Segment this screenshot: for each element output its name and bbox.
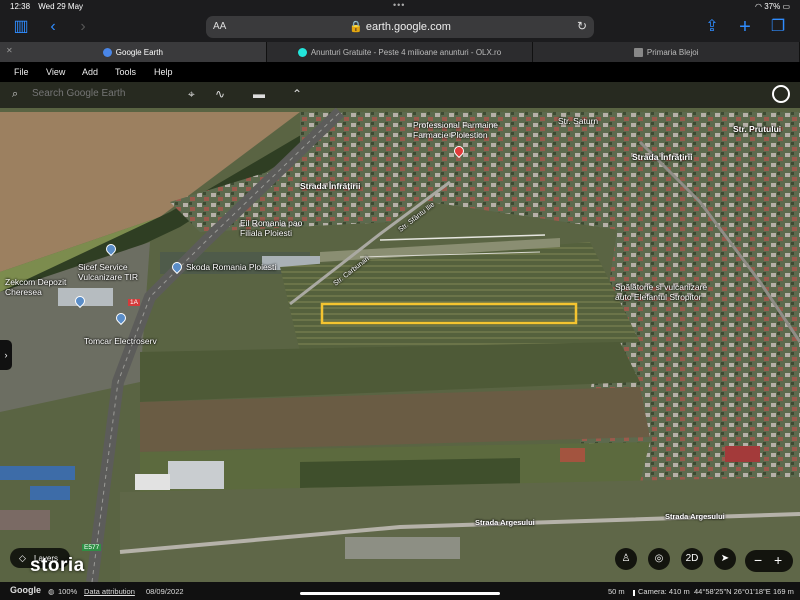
zoom-percent: 100% (58, 587, 78, 596)
account-avatar-icon[interactable] (772, 85, 790, 103)
share-icon[interactable]: ⇪ (703, 18, 721, 36)
compass-icon[interactable]: ➤ (714, 548, 736, 570)
battery-icon: ▭ (782, 2, 790, 11)
wifi-icon: ◠ (754, 2, 762, 11)
pegman-icon[interactable]: ♙ (615, 548, 637, 570)
tabs-overview-icon[interactable]: ❐ (769, 18, 787, 36)
toggle-2d-button[interactable]: 2D (681, 548, 703, 570)
label-strada-infratirii-right[interactable]: Strada Înfrățirii (632, 152, 692, 162)
earth-search-bar: ⌕ ⌖ ∿ ▬ ⌃ (0, 82, 800, 108)
sidebar-icon[interactable]: ▥ (12, 18, 30, 36)
earth-menu-bar: File View Add Tools Help (0, 62, 800, 82)
google-logo: Google (10, 585, 41, 595)
globe-icon: ◍ (48, 587, 55, 596)
layers-icon: ◇ (19, 553, 26, 563)
label-spalatorie[interactable]: Spălătorie si vulcanizare auto Elefantul… (615, 282, 707, 302)
label-sicef-service[interactable]: Sicef Service Vulcanizare TIR (78, 262, 138, 282)
label-skoda-romania[interactable]: Skoda Romania Ploiesti (186, 262, 276, 272)
label-zekcom[interactable]: Zekcom Depozit Cheresea (5, 277, 75, 297)
tab-title: Google Earth (115, 47, 163, 57)
menu-tools[interactable]: Tools (115, 67, 136, 77)
close-tab-icon[interactable]: ✕ (6, 47, 14, 55)
road-shield-1a: 1A (128, 299, 140, 306)
home-indicator[interactable] (300, 592, 500, 595)
label-strada-infratirii-left[interactable]: Strada Înfrățirii (300, 181, 360, 191)
olx-favicon-icon (297, 47, 307, 57)
measure-ruler-icon[interactable]: ▬ (253, 87, 265, 101)
zoom-out-icon[interactable]: − (754, 552, 762, 568)
menu-help[interactable]: Help (154, 67, 173, 77)
date: Wed 29 May (38, 2, 84, 11)
label-eil-romania[interactable]: Eil Romania pao Filiala Ploiesti (240, 218, 302, 238)
tab-primaria[interactable]: Primaria Blejoi (533, 42, 800, 62)
menu-file[interactable]: File (14, 67, 29, 77)
tab-olx[interactable]: Anunturi Gratuite - Peste 4 milioane anu… (267, 42, 534, 62)
menu-add[interactable]: Add (82, 67, 98, 77)
tab-title: Primaria Blejoi (646, 47, 699, 57)
reload-icon[interactable]: ↻ (577, 19, 587, 33)
label-str-prutului[interactable]: Str. Prutului (733, 124, 781, 134)
camera-altitude: Camera: 410 m (638, 587, 690, 596)
address-bar[interactable]: AA 🔒 earth.google.com ↻ (206, 16, 594, 38)
tab-google-earth[interactable]: ✕ Google Earth (0, 42, 267, 62)
tab-bar: ✕ Google Earth Anunturi Gratuite - Peste… (0, 42, 800, 62)
url-value: earth.google.com (365, 21, 451, 33)
chevron-up-icon[interactable]: ⌃ (292, 87, 302, 101)
side-panel-handle[interactable]: › (0, 340, 12, 370)
label-farmacie[interactable]: Professional Farmaine Farmacie Ploiestio… (413, 120, 498, 140)
label-str-saturn[interactable]: Str. Saturn (558, 116, 598, 126)
zoom-in-icon[interactable]: + (774, 552, 782, 568)
google-favicon-icon (102, 47, 112, 57)
url-text[interactable]: 🔒 earth.google.com (206, 20, 594, 33)
battery-level: 37% (764, 2, 781, 11)
tab-title: Anunturi Gratuite - Peste 4 milioane anu… (310, 47, 502, 57)
new-tab-icon[interactable]: + (736, 17, 754, 37)
earth-status-footer: Google ◍ 100% Data attribution 08/09/202… (0, 582, 800, 600)
road-shield-e577: E577 (82, 544, 102, 551)
scale-label: 50 m (608, 587, 625, 596)
menu-view[interactable]: View (46, 67, 65, 77)
label-strada-argesului-1[interactable]: Strada Argesului (475, 518, 535, 527)
page-favicon-icon (633, 47, 643, 57)
multitask-dots[interactable]: ••• (393, 0, 405, 10)
satellite-map[interactable]: Str. Saturn Str. Prutului Professional F… (0, 82, 800, 582)
back-icon[interactable]: ‹ (44, 18, 62, 36)
label-tomcar[interactable]: Tomcar Electroserv (84, 336, 157, 346)
forward-icon[interactable]: › (74, 18, 92, 36)
browser-toolbar: ▥ ‹ › AA 🔒 earth.google.com ↻ ⇪ + ❐ (0, 12, 800, 42)
search-input[interactable] (32, 88, 172, 99)
storia-watermark: storia (30, 555, 85, 576)
coordinates: 44°58'25"N 26°01'18"E (694, 587, 771, 596)
search-icon[interactable]: ⌕ (12, 88, 18, 101)
locate-me-icon[interactable]: ◎ (648, 548, 670, 570)
status-bar: 12:38 Wed 29 May ••• ◠ 37% ▭ (0, 0, 800, 12)
data-attribution-link[interactable]: Data attribution (84, 587, 135, 596)
zoom-control: − + (745, 550, 793, 572)
scale-bar (633, 590, 635, 596)
label-strada-argesului-2[interactable]: Strada Argesului (665, 512, 725, 521)
path-tool-icon[interactable]: ∿ (215, 87, 225, 101)
placemark-icon[interactable]: ⌖ (188, 87, 195, 102)
clock: 12:38 (10, 2, 31, 11)
elevation: 169 m (773, 587, 794, 596)
imagery-date: 08/09/2022 (146, 587, 184, 596)
